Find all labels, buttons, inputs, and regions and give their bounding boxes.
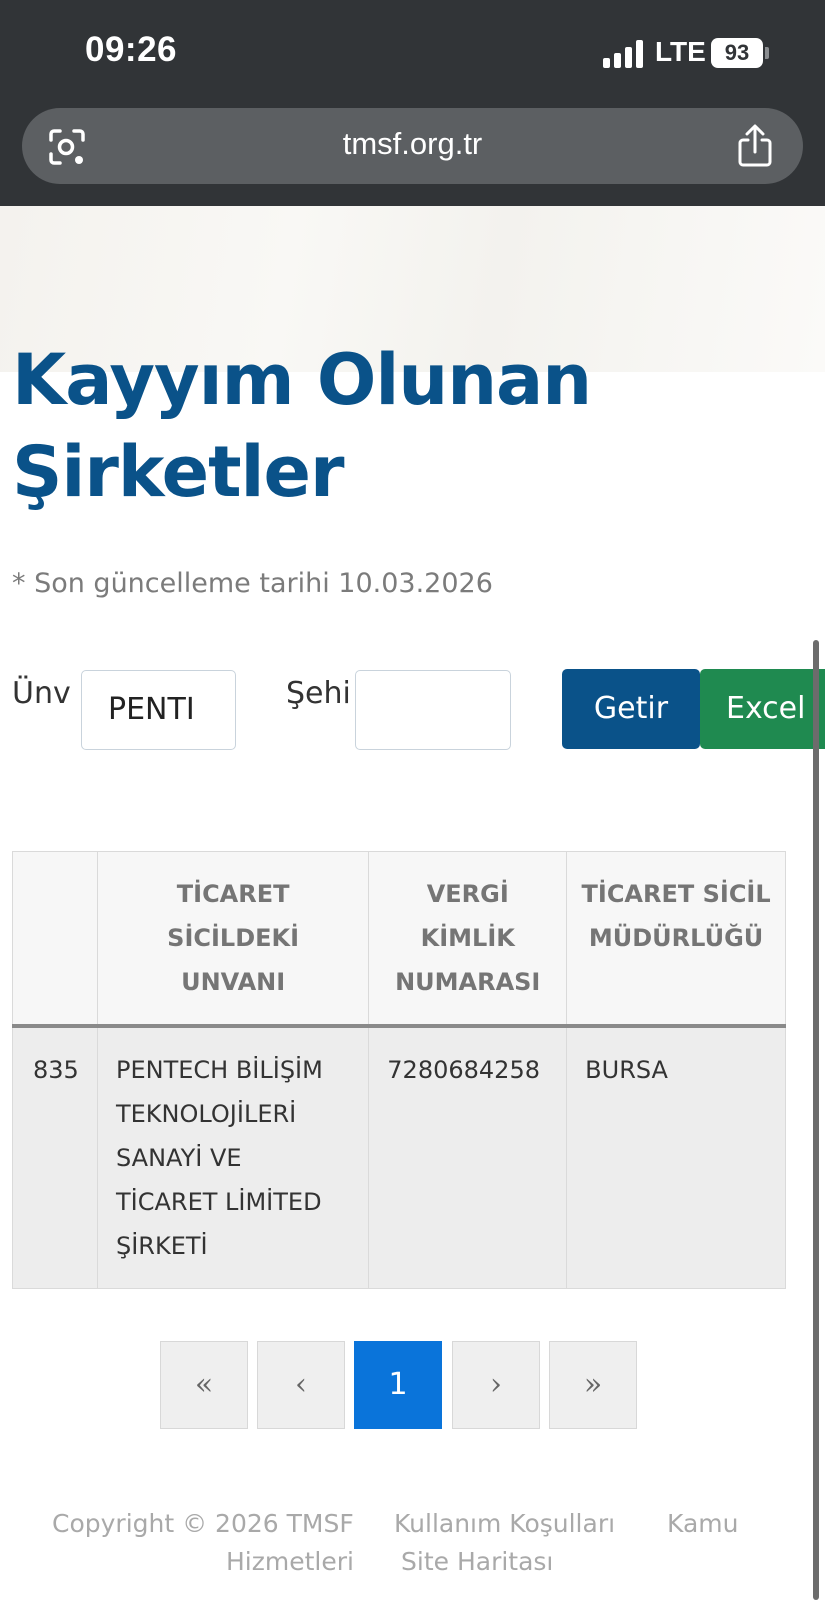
footer-sitemap-link[interactable]: Site Haritası (401, 1547, 553, 1576)
first-page-button[interactable]: « (160, 1341, 248, 1429)
cellular-signal-icon (603, 40, 645, 68)
unvan-input[interactable]: PENTI (81, 670, 236, 750)
page-title-line1: Kayyım Olunan (12, 339, 592, 421)
table-row: 835 PENTECH BİLİŞİM TEKNOLOJİLERİ SANAYİ… (12, 1025, 786, 1289)
url-text[interactable]: tmsf.org.tr (22, 126, 803, 162)
page-title-line2: Şirketler (12, 431, 345, 513)
page-scrollbar[interactable] (813, 640, 819, 1600)
footer-kamu-link[interactable]: Kamu (667, 1509, 738, 1538)
footer-copyright: Copyright © 2026 TMSF (52, 1509, 354, 1538)
header-sicil-mudurlugu[interactable]: TİCARET SİCİL MÜDÜRLÜĞÜ (566, 851, 786, 1028)
header-unvan[interactable]: TİCARET SİCİLDEKİ UNVANI (96, 851, 370, 1028)
excel-button[interactable]: Excel (700, 669, 825, 749)
address-bar[interactable]: tmsf.org.tr (22, 108, 803, 184)
header-index[interactable] (12, 851, 98, 1028)
share-icon[interactable] (736, 124, 774, 168)
status-time: 09:26 (85, 30, 178, 69)
network-type: LTE (655, 36, 706, 67)
battery-icon: 93 (711, 38, 763, 68)
footer-hizmetleri-link[interactable]: Hizmetleri (226, 1547, 354, 1576)
cell-index: 835 (12, 1025, 98, 1289)
getir-button[interactable]: Getir (562, 669, 700, 749)
prev-page-button[interactable]: ‹ (257, 1341, 345, 1429)
results-table: TİCARET SİCİLDEKİ UNVANI VERGİ KİMLİK NU… (12, 851, 786, 1289)
next-page-button[interactable]: › (452, 1341, 540, 1429)
cell-unvan: PENTECH BİLİŞİM TEKNOLOJİLERİ SANAYİ VE … (96, 1025, 370, 1289)
sehir-input[interactable] (355, 670, 511, 750)
sehir-label: Şehi (286, 676, 351, 711)
last-page-button[interactable]: » (549, 1341, 637, 1429)
battery-tip (765, 47, 769, 59)
last-update-note: * Son güncelleme tarihi 10.03.2026 (12, 568, 493, 599)
table-header-row: TİCARET SİCİLDEKİ UNVANI VERGİ KİMLİK NU… (12, 851, 786, 1028)
footer-terms-link[interactable]: Kullanım Koşulları (394, 1509, 615, 1538)
browser-chrome: 09:26 LTE 93 tmsf.org.tr (0, 0, 825, 206)
page-title: Kayyım Olunan Şirketler (12, 334, 812, 518)
current-page-button[interactable]: 1 (354, 1341, 442, 1429)
header-vergi-no[interactable]: VERGİ KİMLİK NUMARASI (368, 851, 568, 1028)
unvan-label: Ünv (12, 676, 71, 711)
cell-vergi-no: 7280684258 (368, 1025, 568, 1289)
cell-sicil-mudurlugu: BURSA (566, 1025, 786, 1289)
